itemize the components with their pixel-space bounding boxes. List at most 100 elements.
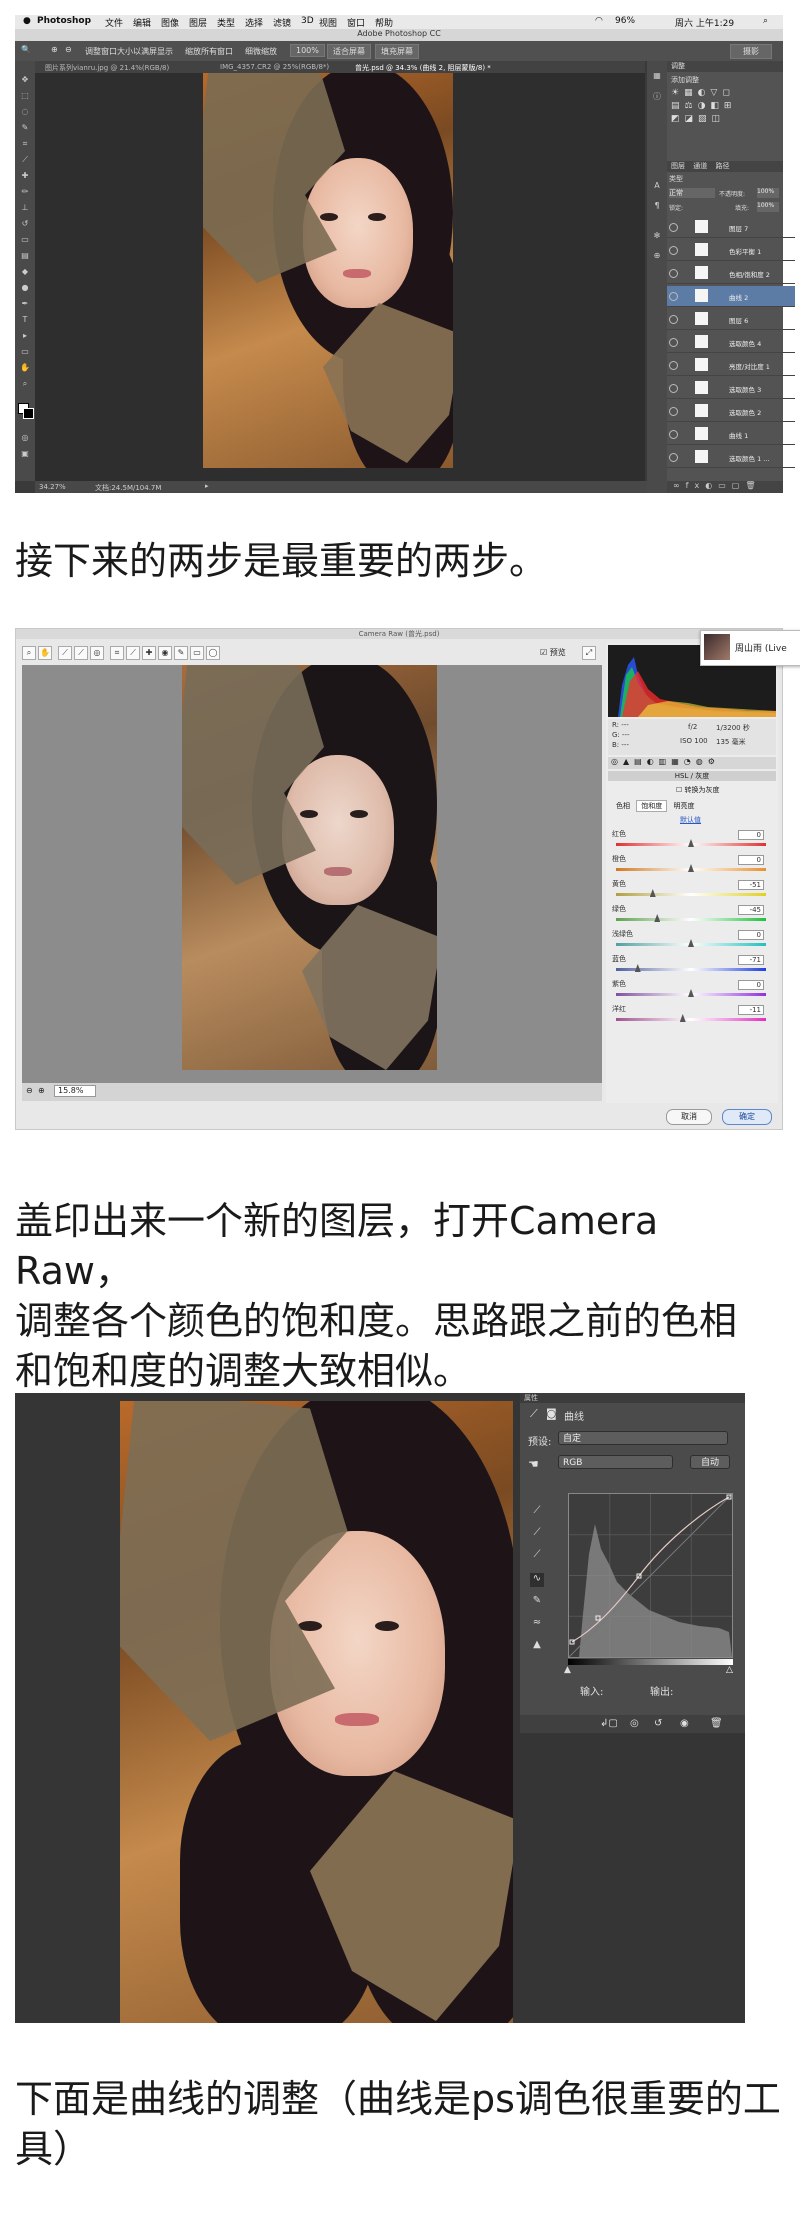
layer-kind-filter[interactable]: 类型: [669, 174, 683, 184]
reset-icon[interactable]: ↺: [654, 1718, 662, 1729]
visibility-eye-icon[interactable]: [669, 407, 678, 416]
zoom-tool-icon[interactable]: 🔍: [21, 45, 31, 54]
menu-item[interactable]: 滤镜: [273, 16, 291, 29]
status-arrow-icon[interactable]: ▸: [205, 482, 209, 490]
tab-paths[interactable]: 路径: [709, 162, 729, 170]
quick-mask-icon[interactable]: ◎: [19, 433, 31, 443]
visibility-eye-icon[interactable]: [669, 269, 678, 278]
layer-row[interactable]: 色彩平衡 1: [667, 240, 795, 261]
workspace-select[interactable]: 摄影: [730, 44, 772, 59]
zoom-100-button[interactable]: 100%: [290, 44, 325, 57]
straighten-icon[interactable]: ⟋: [126, 646, 140, 660]
menu-item[interactable]: 帮助: [375, 16, 393, 29]
lasso-tool-icon[interactable]: ◌: [19, 107, 31, 117]
character-panel-icon[interactable]: A: [651, 181, 663, 191]
blend-mode-select[interactable]: 正常: [669, 188, 715, 198]
white-balance-icon[interactable]: ⟋: [58, 646, 72, 660]
pencil-draw-icon[interactable]: ✎: [530, 1595, 544, 1609]
zoom-in-icon[interactable]: ⊕: [51, 45, 58, 54]
cancel-button[interactable]: 取消: [666, 1109, 712, 1125]
spot-removal-icon[interactable]: ✚: [142, 646, 156, 660]
eyedropper-icon[interactable]: ⟋: [19, 155, 31, 165]
stamp-tool-icon[interactable]: ⊥: [19, 203, 31, 213]
layer-row[interactable]: 曲线 1: [667, 424, 795, 445]
adjust-brush-icon[interactable]: ✎: [174, 646, 188, 660]
app-menu[interactable]: Photoshop: [37, 16, 91, 26]
radial-filter-icon[interactable]: ◯: [206, 646, 220, 660]
default-link[interactable]: 默认值: [680, 815, 701, 825]
move-tool-icon[interactable]: ✥: [19, 75, 31, 85]
doc-tab[interactable]: 图片系列vianru.jpg @ 21.4%(RGB/8): [45, 63, 169, 73]
tab-saturation[interactable]: 饱和度: [636, 800, 668, 812]
zoom-tool-icon[interactable]: ⌕: [19, 379, 31, 389]
adjustment-icons[interactable]: ☀▦◐▽◻ ▤⚖◑◧⊞ ◩◪▨◫: [671, 87, 779, 127]
menu-item[interactable]: 3D: [301, 16, 314, 26]
slider-value-input[interactable]: -11: [738, 1005, 764, 1015]
opacity-input[interactable]: 100%: [757, 188, 779, 198]
visibility-eye-icon[interactable]: [669, 246, 678, 255]
chat-avatar-popup[interactable]: 周山雨 (Live: [700, 630, 800, 666]
clip-to-layer-icon[interactable]: ↲▢: [600, 1718, 618, 1729]
convert-gray-checkbox[interactable]: ☐ 转换为灰度: [676, 785, 720, 795]
visibility-eye-icon[interactable]: [669, 361, 678, 370]
layer-row[interactable]: 曲线 2: [667, 286, 795, 307]
tab-hue[interactable]: 色相: [612, 801, 634, 811]
curve-edit-icon[interactable]: ∿: [530, 1573, 544, 1587]
clipping-warning-icon[interactable]: ▲: [530, 1639, 544, 1653]
white-eyedropper-icon[interactable]: ⟋: [530, 1549, 544, 1563]
slider-track[interactable]: [616, 918, 766, 921]
hand-tool-icon[interactable]: ✋: [19, 363, 31, 373]
zoom-in-icon[interactable]: ⊕: [38, 1086, 45, 1095]
preview-canvas[interactable]: [22, 665, 602, 1101]
smooth-icon[interactable]: ≈: [530, 1617, 544, 1631]
resize-windows-checkbox[interactable]: 调整窗口大小以满屏显示: [85, 46, 173, 57]
healing-icon[interactable]: ✚: [19, 171, 31, 181]
black-point-slider[interactable]: ▲: [564, 1665, 571, 1675]
menu-item[interactable]: 图层: [189, 16, 207, 29]
zoom-select[interactable]: 15.8%: [54, 1085, 96, 1097]
panel-tab-properties[interactable]: 属性: [520, 1393, 745, 1403]
scrubby-zoom-checkbox[interactable]: 细微缩放: [245, 46, 277, 57]
type-tool-icon[interactable]: T: [19, 315, 31, 325]
auto-button[interactable]: 自动: [690, 1455, 730, 1469]
curve-plot[interactable]: [568, 1493, 733, 1658]
menu-item[interactable]: 编辑: [133, 16, 151, 29]
crop-tool-icon[interactable]: ⌗: [19, 139, 31, 149]
document-canvas[interactable]: [35, 73, 645, 481]
background-color-swatch[interactable]: [23, 408, 34, 419]
gradient-tool-icon[interactable]: ▤: [19, 251, 31, 261]
fill-input[interactable]: 100%: [757, 202, 779, 212]
layer-row[interactable]: 选取颜色 3: [667, 378, 795, 399]
layer-actions[interactable]: ∞fx◐▭▢🗑: [667, 481, 783, 493]
menu-item[interactable]: 类型: [217, 16, 235, 29]
shape-tool-icon[interactable]: ▭: [19, 347, 31, 357]
hand-adjust-icon[interactable]: ☚: [528, 1457, 539, 1471]
menu-item[interactable]: 窗口: [347, 16, 365, 29]
mask-icon[interactable]: ◙: [546, 1407, 557, 1420]
visibility-eye-icon[interactable]: [669, 430, 678, 439]
battery-status[interactable]: 96%: [615, 16, 635, 26]
visibility-eye-icon[interactable]: [669, 223, 678, 232]
menu-item[interactable]: 图像: [161, 16, 179, 29]
search-icon[interactable]: ⌕: [763, 16, 768, 26]
history-panel-icon[interactable]: ▦: [651, 71, 663, 81]
zoom-all-checkbox[interactable]: 缩放所有窗口: [185, 46, 233, 57]
marquee-tool-icon[interactable]: ⬚: [19, 91, 31, 101]
eraser-tool-icon[interactable]: ▭: [19, 235, 31, 245]
zoom-out-icon[interactable]: ⊖: [65, 45, 72, 54]
doc-tab-active[interactable]: 曾光.psd @ 34.3% (曲线 2, 阻层蒙版/8) *: [355, 63, 491, 73]
fullscreen-icon[interactable]: ⤢: [582, 646, 596, 660]
doc-tab[interactable]: IMG_4357.CR2 @ 25%(RGB/8*): [220, 63, 329, 71]
slider-track[interactable]: [616, 1018, 766, 1021]
apple-icon[interactable]: ●: [23, 16, 31, 26]
slider-value-input[interactable]: -71: [738, 955, 764, 965]
menu-item[interactable]: 文件: [105, 16, 123, 29]
visibility-eye-icon[interactable]: [669, 453, 678, 462]
preview-checkbox[interactable]: ☑ 预览: [540, 647, 566, 658]
layer-row[interactable]: 图层 7: [667, 217, 795, 238]
view-previous-icon[interactable]: ◎: [630, 1718, 639, 1729]
layer-row[interactable]: 选取颜色 2: [667, 401, 795, 422]
slider-value-input[interactable]: 0: [738, 980, 764, 990]
layer-row[interactable]: 选取颜色 4: [667, 332, 795, 353]
slider-track[interactable]: [616, 893, 766, 896]
